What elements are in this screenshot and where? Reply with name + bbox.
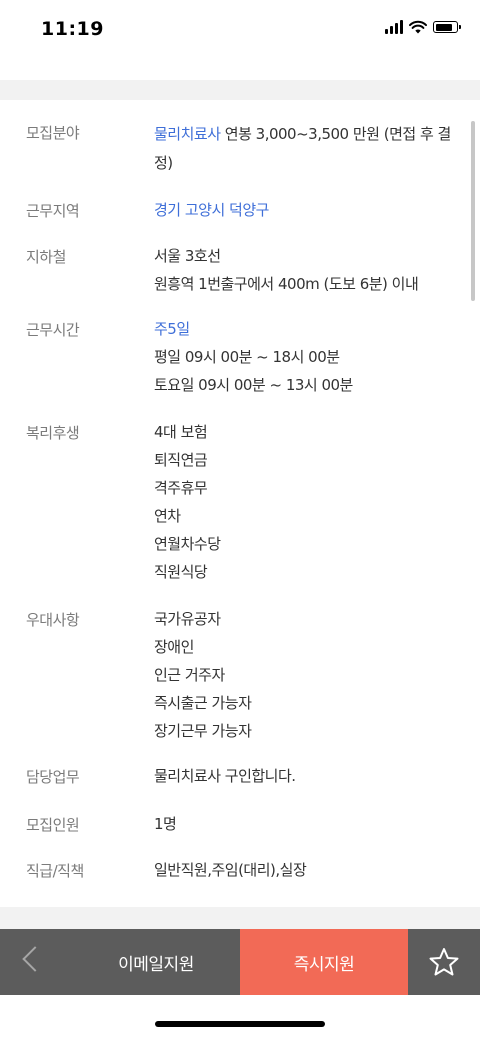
benefit-item: 격주휴무 [154,479,208,497]
subway-station: 원흥역 1번출구에서 400m (도보 6분) 이내 [154,275,419,293]
headcount-value: 1명 [154,815,177,833]
star-outline-icon [429,948,459,976]
field-value: 국가유공자 장애인 인근 거주자 즉시출근 가능자 장기근무 가능자 [154,605,454,745]
benefit-item: 4대 보험 [154,423,208,441]
field-value: 일반직원,주임(대리),실장 [154,856,454,884]
home-indicator[interactable] [155,1021,325,1027]
benefit-item: 연차 [154,507,181,525]
field-label: 복리후생 [26,424,80,442]
home-indicator-area [0,995,480,1039]
battery-level [435,23,453,31]
scrollbar[interactable] [471,121,475,301]
recruit-field-value: 물리치료사 연봉 3,000~3,500 만원 (면접 후 결정) [154,120,454,178]
preference-item: 인근 거주자 [154,666,225,684]
field-label: 직급/직책 [26,862,84,880]
cellular-signal-icon [385,20,403,34]
wifi-icon [409,20,427,34]
field-value: 서울 3호선 원흥역 1번출구에서 400m (도보 6분) 이내 [154,242,454,298]
status-time: 11:19 [41,18,104,40]
saturday-hours: 토요일 09시 00분 ~ 13시 00분 [154,376,353,394]
work-area-link[interactable]: 경기 고양시 덕양구 [154,196,454,224]
bottom-action-bar: 이메일지원 즉시지원 [0,929,480,995]
recruit-field-highlight[interactable]: 물리치료사 [154,125,221,143]
field-value: 물리치료사 연봉 3,000~3,500 만원 (면접 후 결정) [154,120,454,178]
field-value: 경기 고양시 덕양구 [154,196,454,224]
status-bar: 11:19 [0,0,480,60]
section-divider-bottom [0,907,480,929]
back-button[interactable] [0,929,72,995]
preference-item: 장애인 [154,638,194,656]
field-label: 모집분야 [26,124,80,142]
battery-icon [433,21,461,33]
field-label: 담당업무 [26,768,80,786]
benefit-item: 연월차수당 [154,535,221,553]
duty-value: 물리치료사 구인합니다. [154,767,296,785]
weekday-hours: 평일 09시 00분 ~ 18시 00분 [154,348,340,366]
email-apply-button[interactable]: 이메일지원 [72,929,240,995]
section-divider-top [0,80,480,100]
favorite-button[interactable] [408,929,480,995]
subway-line: 서울 3호선 [154,247,221,265]
position-value: 일반직원,주임(대리),실장 [154,861,307,879]
benefit-item: 직원식당 [154,563,208,581]
preference-item: 국가유공자 [154,610,221,628]
benefit-item: 퇴직연금 [154,451,208,469]
field-value: 4대 보험 퇴직연금 격주휴무 연차 연월차수당 직원식당 [154,418,454,586]
field-value: 1명 [154,810,454,838]
field-label: 모집인원 [26,816,80,834]
field-label: 지하철 [26,248,66,266]
field-label: 근무시간 [26,321,80,339]
field-value: 주5일 평일 09시 00분 ~ 18시 00분 토요일 09시 00분 ~ 1… [154,315,454,399]
preference-item: 장기근무 가능자 [154,722,252,740]
job-detail-section: 모집분야 물리치료사 연봉 3,000~3,500 만원 (면접 후 결정) 근… [0,100,480,907]
preference-item: 즉시출근 가능자 [154,694,252,712]
field-label: 우대사항 [26,611,80,629]
field-label: 근무지역 [26,202,80,220]
field-value: 물리치료사 구인합니다. [154,762,454,790]
chevron-left-icon [22,946,48,972]
instant-apply-button[interactable]: 즉시지원 [240,929,408,995]
work-days-highlight: 주5일 [154,320,190,338]
status-icons [385,20,461,34]
